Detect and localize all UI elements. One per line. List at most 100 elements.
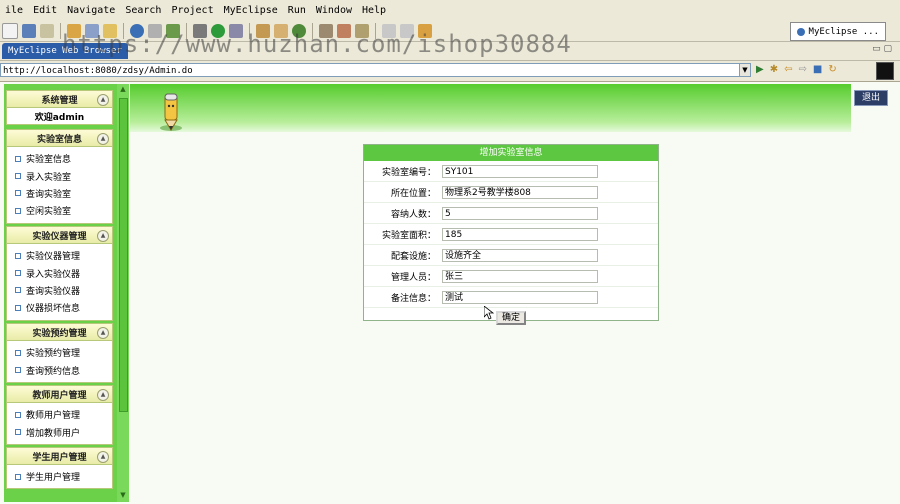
menu-project[interactable]: Project [166,5,218,16]
lab-number-input[interactable]: SY101 [442,164,598,178]
sidebar-item-lab-info[interactable]: 实验室信息 [7,150,112,167]
print-icon[interactable] [40,23,54,38]
add-lab-form: 增加实验室信息 实验室编号： SY101 所在位置： 物理系2号教学楼808 容… [363,144,659,325]
forward-nav-icon[interactable] [400,23,414,38]
toolbar-separator [375,22,376,39]
back-icon[interactable]: ⇦ [784,64,792,75]
field-label: 所在位置： [390,188,436,199]
sidebar-item-teacher-manage[interactable]: 教师用户管理 [7,406,112,423]
sidebar-item-free-lab[interactable]: 空闲实验室 [7,202,112,219]
menu-window[interactable]: Window [311,5,357,16]
tools-icon[interactable] [319,23,333,38]
section-title[interactable]: 系统管理 ▲ [6,90,113,108]
open-icon[interactable] [148,23,162,38]
menu-navigate[interactable]: Navigate [62,5,120,16]
browser-nav-buttons: ▶ ✱ ⇦ ⇨ ■ ↻ [756,64,837,75]
forward-icon[interactable]: ⇨ [798,64,806,75]
mouse-cursor-icon [484,306,494,320]
form-row: 实验室面积： 185 [364,224,658,245]
menu-myeclipse[interactable]: MyEclipse [219,5,283,16]
capacity-input[interactable]: 5 [442,206,598,220]
sidebar-item-add-instrument[interactable]: 录入实验仪器 [7,264,112,281]
sidebar-item-add-teacher[interactable]: 增加教师用户 [7,423,112,440]
sidebar-item-query-instrument[interactable]: 查询实验仪器 [7,282,112,299]
form-row: 备注信息： 测试 [364,287,658,308]
scrollbar-thumb[interactable] [119,98,128,412]
stop-icon[interactable]: ■ [813,64,822,75]
section-system: 系统管理 ▲ 欢迎admin [6,90,113,125]
settings-icon[interactable]: ✱ [770,64,778,75]
menu-edit[interactable]: Edit [28,5,62,16]
scroll-down-icon[interactable]: ▼ [118,491,128,501]
section-title[interactable]: 实验预约管理 ▲ [6,323,113,341]
section-title[interactable]: 教师用户管理 ▲ [6,385,113,403]
go-icon[interactable]: ▶ [756,64,764,75]
server-icon[interactable] [85,23,99,38]
collapse-icon[interactable]: ▲ [97,451,109,463]
build-icon[interactable] [67,23,81,38]
form-row: 容纳人数： 5 [364,203,658,224]
section-reservation: 实验预约管理 ▲ 实验预约管理 查询预约信息 [6,323,113,383]
menu-run[interactable]: Run [283,5,311,16]
sidebar-item-instrument-manage[interactable]: 实验仪器管理 [7,247,112,264]
section-title[interactable]: 学生用户管理 ▲ [6,447,113,465]
bookmark-icon[interactable] [355,23,369,38]
launch-icon[interactable] [166,23,180,38]
section-title[interactable]: 实验仪器管理 ▲ [6,226,113,244]
field-label: 实验室编号： [381,167,436,178]
new-icon[interactable] [2,22,18,39]
field-label: 配套设施： [390,251,436,262]
editor-tab-bar: MyEclipse Web Browser [0,42,900,61]
logout-button[interactable]: 退出 [854,90,888,106]
sidebar-scrollbar[interactable]: ▲ ▼ [117,84,129,502]
globe-icon[interactable] [130,23,144,38]
deploy-icon[interactable] [103,23,117,38]
sidebar-item-student-manage[interactable]: 学生用户管理 [7,468,112,485]
header-banner [130,84,851,132]
url-dropdown-icon[interactable]: ▼ [739,63,751,77]
menu-bar: ile Edit Navigate Search Project MyEclip… [0,0,900,21]
manager-input[interactable]: 张三 [442,269,598,283]
remarks-input[interactable]: 测试 [442,290,598,304]
section-instrument: 实验仪器管理 ▲ 实验仪器管理 录入实验仪器 查询实验仪器 仪器损坏信息 [6,226,113,321]
myeclipse-icon [796,27,805,36]
refresh-page-icon[interactable]: ↻ [828,64,836,75]
collapse-icon[interactable]: ▲ [97,327,109,339]
tab-web-browser[interactable]: MyEclipse Web Browser [2,43,128,59]
collapse-icon[interactable]: ▲ [97,133,109,145]
menu-search[interactable]: Search [120,5,166,16]
sidebar-item-damage-info[interactable]: 仪器损坏信息 [7,299,112,316]
search-icon[interactable] [229,23,243,38]
edit-icon[interactable] [337,23,351,38]
browser-status-box [876,62,894,80]
save-icon[interactable] [22,23,36,38]
perspective-switcher[interactable]: MyEclipse ... [789,22,886,41]
collapse-icon[interactable]: ▲ [97,94,109,106]
form-actions: 确定 [364,308,658,328]
back-nav-icon[interactable] [382,23,396,38]
submit-button[interactable]: 确定 [495,311,526,325]
location-input[interactable]: 物理系2号教学楼808 [442,185,598,199]
section-title[interactable]: 实验室信息 ▲ [6,129,113,147]
menu-file[interactable]: ile [0,5,28,16]
sidebar-item-query-reservation[interactable]: 查询预约信息 [7,361,112,378]
debug-icon[interactable] [193,23,207,38]
history-icon[interactable] [418,23,432,38]
scroll-up-icon[interactable]: ▲ [118,85,128,95]
form-row: 所在位置： 物理系2号教学楼808 [364,182,658,203]
collapse-icon[interactable]: ▲ [97,389,109,401]
collapse-icon[interactable]: ▲ [97,230,109,242]
menu-help[interactable]: Help [357,5,391,16]
package-icon[interactable] [256,23,270,38]
facilities-input[interactable]: 设施齐全 [442,248,598,262]
grid-icon[interactable] [274,23,288,38]
form-title: 增加实验室信息 [364,145,658,161]
run-icon[interactable] [211,23,225,38]
area-input[interactable]: 185 [442,227,598,241]
url-input[interactable]: http://localhost:8080/zdsy/Admin.do [0,63,740,77]
sidebar-item-reservation-manage[interactable]: 实验预约管理 [7,344,112,361]
sidebar-item-add-lab[interactable]: 录入实验室 [7,167,112,184]
window-controls[interactable]: ▭ ▢ [872,44,892,54]
sidebar-item-query-lab[interactable]: 查询实验室 [7,185,112,202]
refresh-icon[interactable] [292,23,306,38]
